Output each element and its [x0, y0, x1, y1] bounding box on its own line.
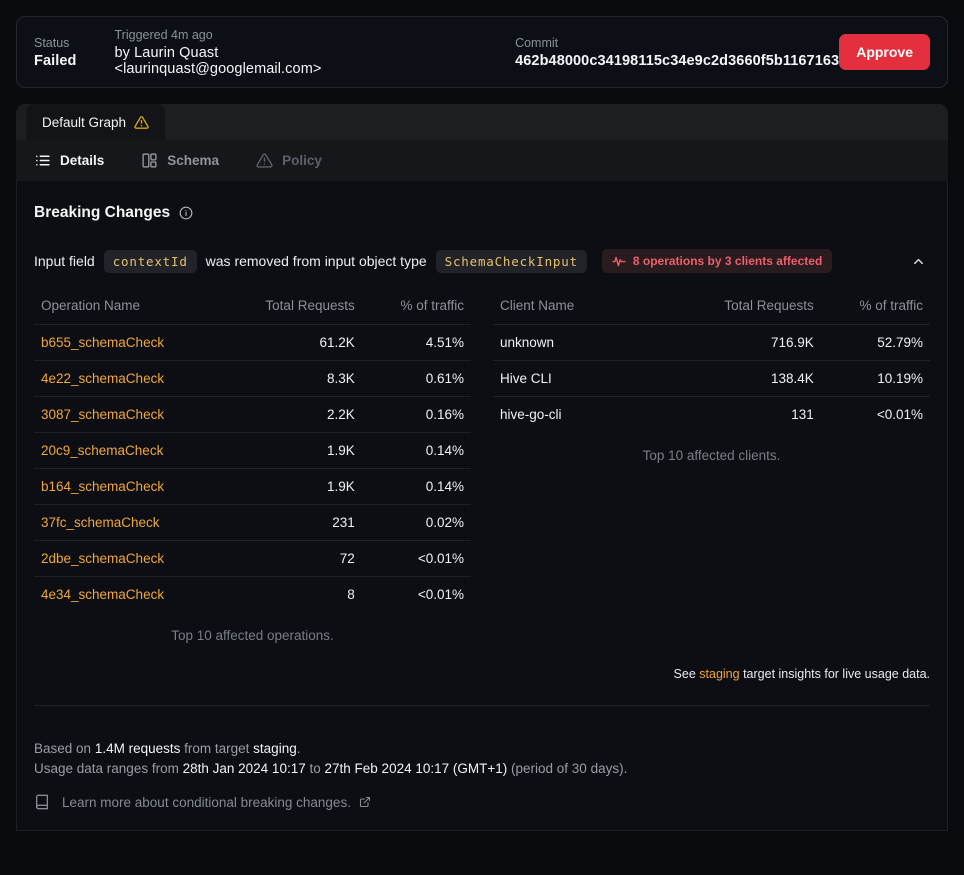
change-text-middle: was removed from input object type — [206, 253, 427, 269]
operations-column: Operation Name Total Requests % of traff… — [34, 286, 471, 643]
operations-table: Operation Name Total Requests % of traff… — [34, 286, 471, 612]
book-icon — [34, 794, 50, 810]
clients-column: Client Name Total Requests % of traffic … — [493, 286, 930, 643]
table-row: b655_schemaCheck61.2K4.51% — [34, 325, 471, 361]
operation-link[interactable]: 37fc_schemaCheck — [41, 515, 160, 530]
staging-target-link[interactable]: staging — [699, 667, 739, 681]
usage-based-suffix: . — [297, 741, 301, 756]
usage-range-prefix: Usage data ranges from — [34, 761, 179, 776]
table-row: 20c9_schemaCheck1.9K0.14% — [34, 433, 471, 469]
footer-divider — [34, 705, 930, 706]
affected-tables: Operation Name Total Requests % of traff… — [34, 286, 930, 643]
table-row: unknown716.9K52.79% — [493, 325, 930, 361]
usage-request-count: 1.4M requests — [95, 741, 181, 756]
affected-operations-badge[interactable]: 8 operations by 3 clients affected — [602, 249, 832, 273]
table-row: 3087_schemaCheck2.2K0.16% — [34, 397, 471, 433]
operations-header-requests: Total Requests — [226, 286, 361, 325]
operations-header-name: Operation Name — [34, 286, 226, 325]
tab-details[interactable]: Details — [34, 152, 104, 169]
activity-pulse-icon — [612, 254, 626, 268]
insights-suffix: target insights for live usage data. — [743, 667, 930, 681]
clients-header-requests: Total Requests — [685, 286, 820, 325]
table-row: 2dbe_schemaCheck72<0.01% — [34, 541, 471, 577]
usage-summary: Based on 1.4M requests from target stagi… — [34, 739, 930, 779]
status-column: Status Failed — [34, 36, 77, 69]
details-panel: Breaking Changes Input field contextId w… — [16, 181, 948, 831]
operation-link[interactable]: 20c9_schemaCheck — [41, 443, 163, 458]
usage-based-line: Based on 1.4M requests from target stagi… — [34, 739, 930, 759]
operation-link[interactable]: b164_schemaCheck — [41, 479, 164, 494]
tab-policy-label: Policy — [282, 153, 322, 168]
status-label: Status — [34, 36, 77, 50]
triggered-author: by Laurin Quast <laurinquast@googlemail.… — [115, 45, 406, 77]
operation-link[interactable]: b655_schemaCheck — [41, 335, 164, 350]
clients-caption: Top 10 affected clients. — [493, 448, 930, 463]
policy-warning-icon — [256, 152, 273, 169]
warning-triangle-icon — [134, 115, 149, 130]
commit-column: Commit 462b48000c34198115c34e9c2d3660f5b… — [515, 36, 839, 69]
breaking-changes-heading: Breaking Changes — [34, 181, 930, 222]
operation-link[interactable]: 2dbe_schemaCheck — [41, 551, 164, 566]
usage-based-prefix: Based on — [34, 741, 91, 756]
operation-link[interactable]: 4e22_schemaCheck — [41, 371, 164, 386]
usage-based-middle: from target — [184, 741, 249, 756]
target-insights-line: See staging target insights for live usa… — [34, 667, 930, 681]
tab-default-graph[interactable]: Default Graph — [26, 104, 165, 140]
table-row: 37fc_schemaCheck2310.02% — [34, 505, 471, 541]
table-row: 4e34_schemaCheck8<0.01% — [34, 577, 471, 613]
usage-range-line: Usage data ranges from 28th Jan 2024 10:… — [34, 759, 930, 779]
field-code-chip: contextId — [104, 250, 197, 273]
status-value: Failed — [34, 53, 77, 69]
clients-header-name: Client Name — [493, 286, 685, 325]
graph-card: Default Graph Details Schema Policy — [16, 104, 948, 831]
triggered-column: Triggered 4m ago by Laurin Quast <laurin… — [115, 28, 406, 77]
usage-target-name: staging — [253, 741, 297, 756]
tab-schema-label: Schema — [167, 153, 219, 168]
usage-range-to: to — [309, 761, 320, 776]
usage-range-suffix: (period of 30 days). — [511, 761, 627, 776]
clients-table: Client Name Total Requests % of traffic … — [493, 286, 930, 432]
affected-badge-label: 8 operations by 3 clients affected — [633, 254, 822, 268]
breaking-changes-title: Breaking Changes — [34, 204, 170, 222]
check-nav-row: Details Schema Policy — [16, 140, 948, 181]
external-link-icon — [359, 796, 371, 808]
chevron-up-icon[interactable] — [907, 250, 930, 273]
table-row: 4e22_schemaCheck8.3K0.61% — [34, 361, 471, 397]
approve-button[interactable]: Approve — [839, 34, 930, 70]
table-row: b164_schemaCheck1.9K0.14% — [34, 469, 471, 505]
check-summary-card: Status Failed Triggered 4m ago by Laurin… — [16, 16, 948, 88]
operations-header-traffic: % of traffic — [362, 286, 471, 325]
graph-tab-strip: Default Graph — [16, 104, 948, 140]
learn-more-label: Learn more about conditional breaking ch… — [62, 795, 351, 810]
tab-details-label: Details — [60, 153, 104, 168]
commit-hash: 462b48000c34198115c34e9c2d3660f5b1167163 — [515, 53, 839, 69]
usage-range-end: 27th Feb 2024 10:17 (GMT+1) — [325, 761, 508, 776]
operations-caption: Top 10 affected operations. — [34, 628, 471, 643]
table-row: Hive CLI138.4K10.19% — [493, 361, 930, 397]
operation-link[interactable]: 4e34_schemaCheck — [41, 587, 164, 602]
operation-link[interactable]: 3087_schemaCheck — [41, 407, 164, 422]
triggered-label: Triggered 4m ago — [115, 28, 406, 42]
clients-header-traffic: % of traffic — [821, 286, 930, 325]
type-code-chip: SchemaCheckInput — [436, 250, 587, 273]
insights-prefix: See — [674, 667, 696, 681]
list-icon — [34, 152, 51, 169]
table-row: hive-go-cli131<0.01% — [493, 397, 930, 433]
tab-policy[interactable]: Policy — [256, 152, 322, 169]
tab-schema[interactable]: Schema — [141, 152, 219, 169]
info-icon[interactable] — [179, 206, 193, 220]
change-text-prefix: Input field — [34, 253, 95, 269]
commit-label: Commit — [515, 36, 839, 50]
usage-range-start: 28th Jan 2024 10:17 — [183, 761, 306, 776]
breaking-change-row[interactable]: Input field contextId was removed from i… — [34, 249, 930, 273]
schema-icon — [141, 152, 158, 169]
learn-more-link[interactable]: Learn more about conditional breaking ch… — [34, 794, 930, 810]
graph-tab-label: Default Graph — [42, 115, 126, 130]
